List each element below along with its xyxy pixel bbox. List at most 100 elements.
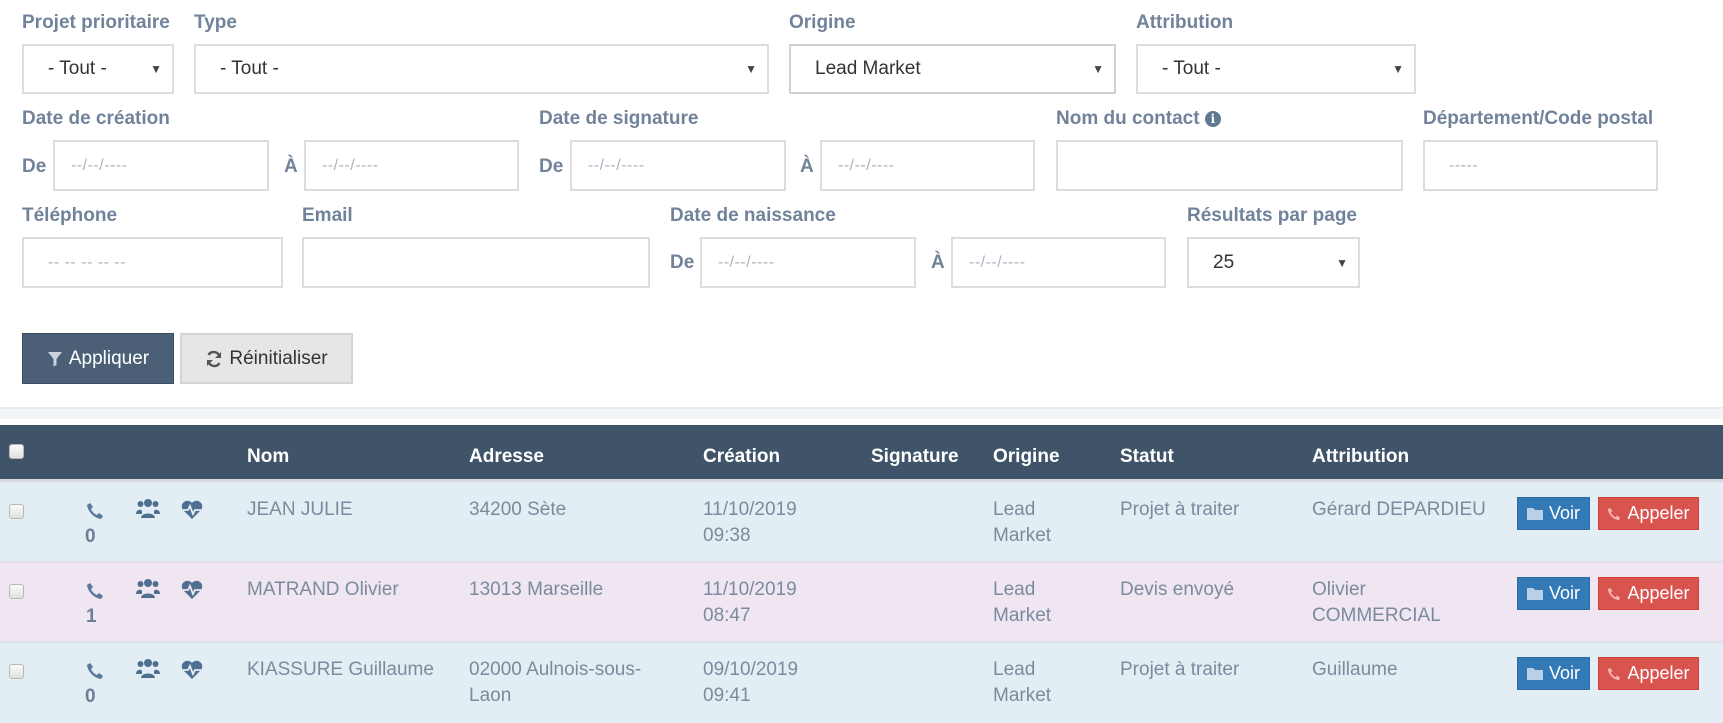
- row-checkbox[interactable]: [9, 504, 24, 519]
- row-origine-line1: Lead: [993, 659, 1036, 680]
- row-creation-date: 11/10/2019: [703, 499, 797, 520]
- select-all-checkbox[interactable]: [9, 444, 24, 459]
- phone-icon: [1608, 507, 1621, 520]
- column-header-statut[interactable]: Statut: [1120, 446, 1174, 468]
- voir-button[interactable]: Voir: [1517, 497, 1590, 530]
- folder-icon: [1526, 668, 1543, 680]
- chevron-down-icon: ▼: [150, 62, 162, 76]
- telephone-input[interactable]: -- -- -- -- --: [22, 237, 283, 288]
- appeler-label: Appeler: [1627, 583, 1690, 603]
- date-creation-to-input[interactable]: --/--/----: [304, 140, 519, 191]
- apply-button[interactable]: Appliquer: [22, 333, 174, 384]
- date-naissance-to-input[interactable]: --/--/----: [951, 237, 1166, 288]
- date-naissance-from-placeholder: --/--/----: [718, 253, 775, 271]
- voir-button[interactable]: Voir: [1517, 577, 1590, 610]
- attribution-select[interactable]: - Tout - ▼: [1136, 44, 1416, 94]
- telephone-label: Téléphone: [22, 205, 118, 226]
- users-icon[interactable]: [136, 658, 160, 680]
- row-nom[interactable]: MATRAND Olivier: [247, 577, 399, 603]
- resultats-par-page-value: 25: [1213, 251, 1235, 273]
- departement-placeholder: -----: [1449, 156, 1479, 174]
- voir-label: Voir: [1548, 583, 1581, 603]
- type-select[interactable]: - Tout - ▼: [194, 44, 769, 94]
- row-origine-line2: Market: [993, 685, 1052, 706]
- date-naissance-label: Date de naissance: [670, 205, 836, 226]
- row-adresse-line1: 02000 Aulnois-sous-: [469, 659, 642, 680]
- date-signature-to-input[interactable]: --/--/----: [820, 140, 1035, 191]
- users-icon[interactable]: [136, 498, 160, 520]
- row-checkbox[interactable]: [9, 664, 24, 679]
- apply-label: Appliquer: [68, 347, 150, 369]
- departement-input[interactable]: -----: [1423, 140, 1658, 191]
- column-header-attribution[interactable]: Attribution: [1312, 446, 1409, 468]
- voir-button[interactable]: Voir: [1517, 657, 1590, 690]
- appeler-button[interactable]: Appeler: [1598, 657, 1699, 690]
- date-signature-from-placeholder: --/--/----: [588, 156, 645, 174]
- section-divider: [0, 407, 1723, 419]
- row-attribution: Gérard DEPARDIEU: [1312, 499, 1486, 520]
- date-naissance-to-label: À: [931, 252, 945, 273]
- origine-label: Origine: [789, 12, 856, 33]
- call-count: 1: [86, 606, 97, 627]
- heartbeat-icon[interactable]: [181, 500, 203, 520]
- reset-button[interactable]: Réinitialiser: [180, 333, 353, 384]
- phone-icon[interactable]: [86, 502, 104, 520]
- projet-prioritaire-select[interactable]: - Tout - ▼: [22, 44, 174, 94]
- appeler-button[interactable]: Appeler: [1598, 577, 1699, 610]
- heartbeat-icon[interactable]: [181, 660, 203, 680]
- date-signature-from-input[interactable]: --/--/----: [570, 140, 786, 191]
- row-checkbox[interactable]: [9, 584, 24, 599]
- column-header-creation[interactable]: Création: [703, 446, 780, 468]
- date-creation-from-input[interactable]: --/--/----: [53, 140, 269, 191]
- email-input[interactable]: [302, 237, 650, 288]
- type-value: - Tout -: [220, 58, 279, 79]
- nom-contact-input[interactable]: [1056, 140, 1403, 191]
- phone-icon[interactable]: [86, 662, 104, 680]
- row-adresse: 34200 Sète: [469, 499, 567, 520]
- attribution-label: Attribution: [1136, 12, 1234, 33]
- row-origine-line2: Market: [993, 525, 1052, 546]
- chevron-down-icon: ▼: [1092, 62, 1104, 76]
- row-nom[interactable]: JEAN JULIE: [247, 497, 353, 523]
- row-creation-date: 09/10/2019: [703, 659, 799, 680]
- appeler-label: Appeler: [1627, 663, 1690, 683]
- column-header-adresse[interactable]: Adresse: [469, 446, 544, 468]
- info-circle-icon[interactable]: i: [1204, 111, 1221, 127]
- appeler-button[interactable]: Appeler: [1598, 497, 1699, 530]
- email-label: Email: [302, 205, 353, 226]
- date-creation-from-label: De: [22, 156, 47, 177]
- phone-icon[interactable]: [86, 582, 104, 600]
- row-origine-line2: Market: [993, 605, 1052, 626]
- row-attribution-line2: COMMERCIAL: [1312, 605, 1441, 626]
- resultats-par-page-select[interactable]: 25 ▼: [1187, 237, 1360, 288]
- call-count: 0: [85, 686, 96, 707]
- resultats-par-page-label: Résultats par page: [1187, 205, 1357, 226]
- date-signature-label: Date de signature: [539, 108, 699, 129]
- projet-prioritaire-value: - Tout -: [48, 58, 107, 79]
- heartbeat-icon[interactable]: [181, 580, 203, 600]
- row-creation-time: 08:47: [703, 605, 751, 626]
- row-creation-time: 09:38: [703, 525, 751, 546]
- table-row: 0 JEAN JULIE 34200 Sète 11/10/2019 09:38…: [0, 482, 1723, 563]
- date-creation-to-label: À: [284, 156, 298, 177]
- row-nom[interactable]: KIASSURE Guillaume: [247, 657, 434, 683]
- folder-icon: [1526, 588, 1543, 600]
- row-attribution: Guillaume: [1312, 659, 1398, 680]
- date-naissance-from-input[interactable]: --/--/----: [700, 237, 916, 288]
- column-header-nom[interactable]: Nom: [247, 446, 289, 468]
- date-naissance-from-label: De: [670, 252, 695, 273]
- call-count: 0: [85, 526, 96, 547]
- telephone-placeholder: -- -- -- -- --: [48, 253, 127, 271]
- users-icon[interactable]: [136, 578, 160, 600]
- departement-label: Département/Code postal: [1423, 108, 1654, 129]
- folder-icon: [1526, 508, 1543, 520]
- column-header-origine[interactable]: Origine: [993, 446, 1060, 468]
- attribution-value: - Tout -: [1162, 58, 1221, 79]
- date-creation-to-placeholder: --/--/----: [322, 156, 379, 174]
- type-label: Type: [194, 12, 237, 33]
- column-header-signature[interactable]: Signature: [871, 446, 959, 468]
- row-statut: Projet à traiter: [1120, 499, 1240, 520]
- row-creation-time: 09:41: [703, 685, 751, 706]
- date-creation-label: Date de création: [22, 108, 170, 129]
- origine-select[interactable]: Lead Market ▼: [789, 44, 1116, 94]
